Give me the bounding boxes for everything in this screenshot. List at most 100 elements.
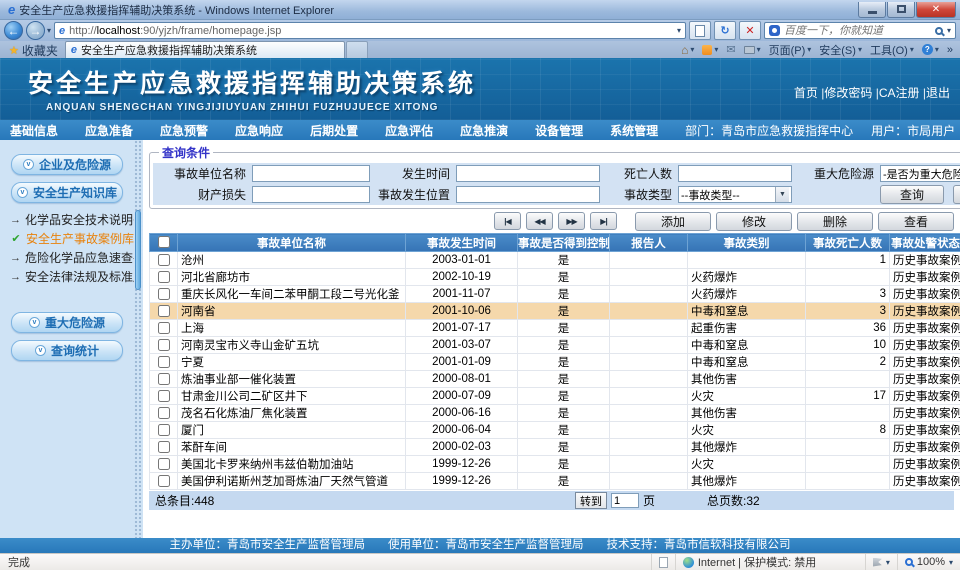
nav-item-7[interactable]: 设备管理 xyxy=(535,122,583,139)
row-checkbox[interactable] xyxy=(158,441,170,453)
table-row[interactable]: 河南省2001-10-06是中毒和窒息3历史事故案例 xyxy=(150,303,960,320)
row-checkbox[interactable] xyxy=(158,458,170,470)
new-tab-button[interactable] xyxy=(346,41,368,58)
action-button-2[interactable]: 删除 xyxy=(797,212,873,231)
header-link-2[interactable]: CA注册 xyxy=(879,86,920,100)
type-select[interactable]: --事故类型--▼ xyxy=(678,186,792,203)
print-button[interactable]: ▾ xyxy=(741,45,764,54)
column-header-1[interactable]: 事故发生时间 xyxy=(406,234,518,252)
url-dropdown-icon[interactable]: ▾ xyxy=(677,26,681,35)
table-row[interactable]: 厦门2000-06-04是火灾8历史事故案例 xyxy=(150,422,960,439)
sidebar-group-1[interactable]: v安全生产知识库 xyxy=(11,182,123,203)
security-report-button[interactable]: ▾ xyxy=(865,554,897,570)
sidebar-item-1-3[interactable]: →安全法律法规及标准库 xyxy=(10,267,134,286)
pager-button-2[interactable]: ▶▶ xyxy=(558,212,585,230)
header-link-3[interactable]: 退出 xyxy=(926,86,950,100)
home-button[interactable]: ⌂▾ xyxy=(678,43,697,57)
table-row[interactable]: 重庆长风化一车间二苯甲酮工段二号光化釜2001-11-07是火药爆炸3历史事故案… xyxy=(150,286,960,303)
nav-item-5[interactable]: 应急评估 xyxy=(385,122,433,139)
stop-button[interactable]: ✕ xyxy=(739,21,761,40)
page-number-input[interactable] xyxy=(611,493,639,508)
table-row[interactable]: 美国北卡罗来纳州韦兹伯勒加油站1999-12-26是火灾历史事故案例 xyxy=(150,456,960,473)
pager-button-1[interactable]: ◀◀ xyxy=(526,212,553,230)
reset-button[interactable]: 重置 xyxy=(953,185,960,204)
feeds-button[interactable]: ▾ xyxy=(699,45,721,55)
history-dropdown-icon[interactable]: ▾ xyxy=(47,26,51,35)
table-row[interactable]: 苯酐车间2000-02-03是其他爆炸历史事故案例 xyxy=(150,439,960,456)
search-button[interactable]: 查询 xyxy=(880,185,944,204)
time-input[interactable] xyxy=(456,165,600,182)
goto-page-button[interactable]: 转到 xyxy=(575,492,607,509)
back-button[interactable]: ← xyxy=(4,21,23,40)
unit-input[interactable] xyxy=(252,165,370,182)
favorites-button[interactable]: ★ 收藏夹 xyxy=(2,42,65,58)
pager-button-0[interactable]: |◀ xyxy=(494,212,521,230)
sidebar-item-1-0[interactable]: →化学品安全技术说明书 xyxy=(10,210,134,229)
row-checkbox[interactable] xyxy=(158,373,170,385)
row-checkbox[interactable] xyxy=(158,271,170,283)
row-checkbox[interactable] xyxy=(158,254,170,266)
maximize-button[interactable] xyxy=(887,2,915,18)
row-checkbox[interactable] xyxy=(158,407,170,419)
more-commands-button[interactable]: » xyxy=(944,44,956,56)
sidebar-splitter[interactable] xyxy=(134,140,143,538)
row-checkbox[interactable] xyxy=(158,339,170,351)
nav-item-1[interactable]: 应急准备 xyxy=(85,122,133,139)
table-row[interactable]: 宁夏2001-01-09是中毒和窒息2历史事故案例 xyxy=(150,354,960,371)
table-row[interactable]: 河南灵宝市义寺山金矿五坑2001-03-07是中毒和窒息10历史事故案例 xyxy=(150,337,960,354)
nav-item-2[interactable]: 应急预警 xyxy=(160,122,208,139)
nav-item-0[interactable]: 基础信息 xyxy=(10,122,58,139)
nav-item-4[interactable]: 后期处置 xyxy=(310,122,358,139)
url-field[interactable]: e http://localhost:90/yjzh/frame/homepag… xyxy=(54,22,686,39)
safety-menu-button[interactable]: 安全(S)▾ xyxy=(816,42,865,58)
table-row[interactable]: 美国伊利诺斯州芝加哥炼油厂天然气管道1999-12-26是其他爆炸历史事故案例 xyxy=(150,473,960,490)
column-header-6[interactable]: 事故处警状态 xyxy=(890,234,960,252)
row-checkbox[interactable] xyxy=(158,356,170,368)
page-menu-button[interactable]: 页面(P)▾ xyxy=(766,42,815,58)
table-row[interactable]: 炼油事业部一催化装置2000-08-01是其他伤害历史事故案例 xyxy=(150,371,960,388)
refresh-button[interactable]: ↻ xyxy=(714,21,736,40)
column-header-2[interactable]: 事故是否得到控制 xyxy=(518,234,610,252)
sidebar-group-3[interactable]: v查询统计 xyxy=(11,340,123,361)
tab-active[interactable]: e 安全生产应急救援指挥辅助决策系统 xyxy=(65,41,345,58)
search-icon[interactable] xyxy=(935,27,943,35)
row-checkbox[interactable] xyxy=(158,305,170,317)
zoom-control[interactable]: 100% ▾ xyxy=(897,554,960,570)
search-input[interactable] xyxy=(784,25,931,37)
column-header-5[interactable]: 事故死亡人数 xyxy=(806,234,890,252)
table-row[interactable]: 河北省廊坊市2002-10-19是火药爆炸历史事故案例 xyxy=(150,269,960,286)
hazard-select[interactable]: -是否为重大危险源-▼ xyxy=(880,165,960,182)
tools-menu-button[interactable]: 工具(O)▾ xyxy=(867,42,917,58)
sidebar-item-1-1[interactable]: ✔安全生产事故案例库 xyxy=(10,229,134,248)
location-input[interactable] xyxy=(456,186,600,203)
select-all-checkbox[interactable] xyxy=(158,236,170,248)
nav-item-6[interactable]: 应急推演 xyxy=(460,122,508,139)
table-row[interactable]: 甘肃金川公司二矿区井下2000-07-09是火灾17历史事故案例 xyxy=(150,388,960,405)
sidebar-group-2[interactable]: v重大危险源 xyxy=(11,312,123,333)
read-mail-button[interactable]: ✉ xyxy=(723,43,738,56)
forward-button[interactable]: → xyxy=(26,21,45,40)
sidebar-item-1-2[interactable]: →危险化学品应急速查手... xyxy=(10,248,134,267)
splitter-handle-icon[interactable] xyxy=(135,210,141,290)
nav-item-3[interactable]: 应急响应 xyxy=(235,122,283,139)
row-checkbox[interactable] xyxy=(158,390,170,402)
table-row[interactable]: 茂名石化炼油厂焦化装置2000-06-16是其他伤害历史事故案例 xyxy=(150,405,960,422)
deaths-input[interactable] xyxy=(678,165,792,182)
row-checkbox[interactable] xyxy=(158,475,170,487)
row-checkbox[interactable] xyxy=(158,322,170,334)
sidebar-group-0[interactable]: v企业及危险源 xyxy=(11,154,123,175)
header-link-0[interactable]: 首页 xyxy=(794,86,818,100)
close-button[interactable]: ✕ xyxy=(916,2,956,18)
row-checkbox[interactable] xyxy=(158,424,170,436)
header-link-1[interactable]: 修改密码 xyxy=(824,86,872,100)
pager-button-3[interactable]: ▶| xyxy=(590,212,617,230)
action-button-0[interactable]: 添加 xyxy=(635,212,711,231)
compatibility-button[interactable] xyxy=(689,21,711,40)
table-row[interactable]: 沧州2003-01-01是1历史事故案例 xyxy=(150,252,960,269)
action-button-1[interactable]: 修改 xyxy=(716,212,792,231)
minimize-button[interactable] xyxy=(858,2,886,18)
help-button[interactable]: ?▾ xyxy=(919,44,942,55)
row-checkbox[interactable] xyxy=(158,288,170,300)
action-button-3[interactable]: 查看 xyxy=(878,212,954,231)
column-header-4[interactable]: 事故类别 xyxy=(688,234,806,252)
